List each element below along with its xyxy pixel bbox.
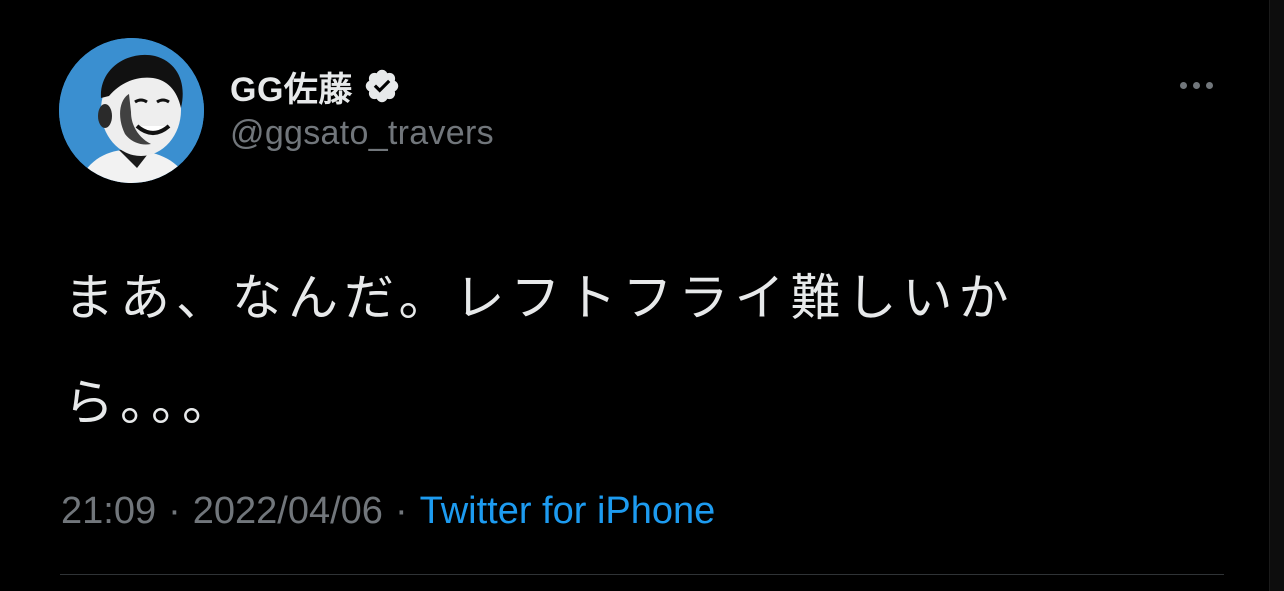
avatar[interactable] <box>59 38 204 183</box>
tweet-detail: GG佐藤 @ggsato_travers まあ、なんだ。レフトフライ難しいから。… <box>0 0 1284 591</box>
name-row: GG佐藤 <box>230 62 401 110</box>
display-name[interactable]: GG佐藤 <box>230 62 353 111</box>
divider <box>60 574 1224 575</box>
verified-badge-icon <box>363 67 401 105</box>
avatar-photo <box>59 38 204 183</box>
tweet-date[interactable]: 2022/04/06 <box>193 490 383 533</box>
tweet-text: まあ、なんだ。レフトフライ難しいから。。。 <box>64 270 1015 431</box>
more-dot <box>1192 81 1200 89</box>
tweet-source-link[interactable]: Twitter for iPhone <box>420 490 716 533</box>
meta-separator: · <box>168 490 181 532</box>
tweet-time[interactable]: 21:09 <box>61 490 156 533</box>
tweet-meta: 21:09 · 2022/04/06 · Twitter for iPhone <box>61 490 715 533</box>
user-handle[interactable]: @ggsato_travers <box>230 114 494 153</box>
more-options-icon[interactable] <box>1172 70 1220 100</box>
scrollbar[interactable] <box>1269 0 1284 591</box>
meta-separator: · <box>394 490 408 532</box>
more-dot <box>1205 81 1213 89</box>
more-dot <box>1179 81 1187 89</box>
